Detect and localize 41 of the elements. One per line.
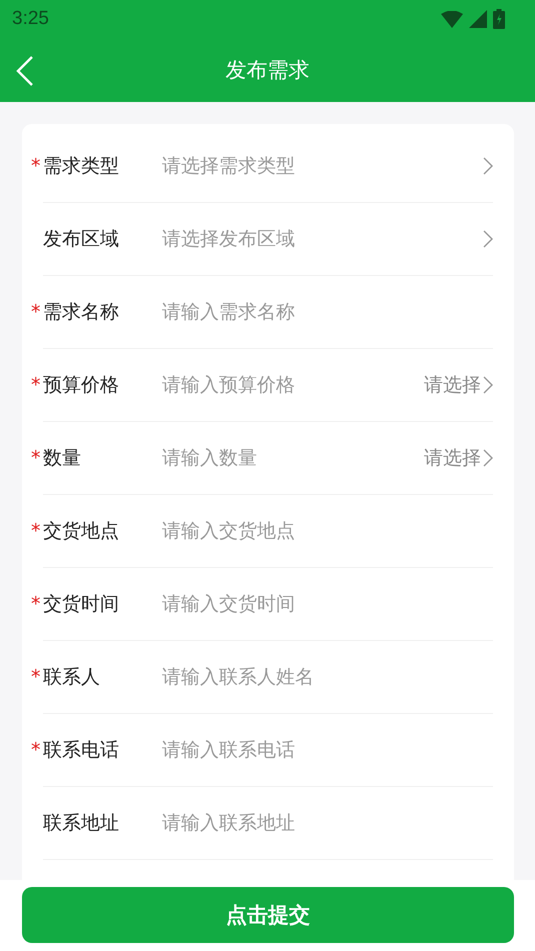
required-mark: * [31, 155, 42, 177]
page-title: 发布需求 [226, 57, 310, 84]
field-label: 发布区域 [43, 227, 120, 252]
input-field[interactable]: 请输入预算价格 [162, 374, 424, 396]
required-mark: * [31, 301, 42, 323]
chevron-icon [483, 230, 493, 248]
field-label: 联系电话 [43, 738, 120, 763]
chevron-icon [483, 157, 493, 175]
input-field[interactable]: 请输入交货地点 [162, 520, 493, 542]
battery-icon [493, 9, 505, 29]
field-label: 联系人 [43, 665, 101, 690]
field-label: 预算价格 [43, 373, 120, 398]
input-field[interactable]: 请输入联系电话 [162, 739, 493, 761]
required-mark: * [31, 520, 42, 542]
required-mark: * [31, 666, 42, 688]
input-field[interactable]: 请输入交货时间 [162, 593, 493, 615]
unit-select[interactable]: 请选择 [424, 445, 493, 471]
input-field[interactable]: 请输入联系人姓名 [162, 666, 493, 688]
unit-select[interactable]: 请选择 [424, 372, 493, 398]
select-field[interactable]: 请选择发布区域 [162, 203, 493, 275]
required-mark: * [31, 739, 42, 761]
status-time: 3:25 [12, 8, 49, 30]
input-field[interactable]: 请输入需求名称 [162, 301, 493, 323]
field-label: 联系地址 [43, 811, 120, 836]
field-label: 需求名称 [43, 300, 120, 325]
wifi-icon [441, 10, 463, 28]
back-icon[interactable] [16, 56, 34, 86]
field-label: 数量 [43, 446, 82, 471]
required-mark: * [31, 374, 42, 396]
required-mark: * [31, 447, 42, 469]
input-field[interactable]: 请输入联系地址 [162, 812, 493, 834]
chevron-icon [483, 449, 493, 467]
submit-button[interactable]: 点击提交 [22, 887, 514, 943]
field-label: 交货时间 [43, 592, 120, 617]
signal-icon [469, 10, 487, 28]
select-field[interactable]: 请选择需求类型 [162, 130, 493, 202]
input-field[interactable]: 请输入数量 [162, 447, 424, 469]
required-mark: * [31, 593, 42, 615]
field-label: 交货地点 [43, 519, 120, 544]
field-label: 需求类型 [43, 154, 120, 179]
chevron-icon [483, 376, 493, 394]
